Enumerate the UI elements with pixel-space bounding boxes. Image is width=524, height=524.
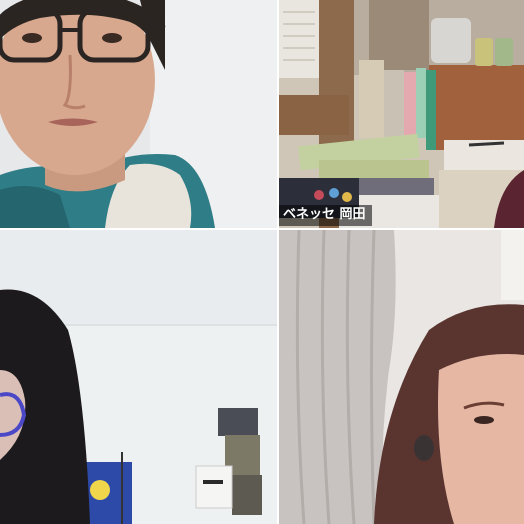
video-feed-4: [279, 230, 524, 524]
video-feed-3: [0, 230, 277, 524]
participant-video-tile-3[interactable]: [0, 230, 277, 524]
video-feed-2: [279, 0, 524, 228]
participant-video-tile-1[interactable]: [0, 0, 277, 228]
video-feed-1: [0, 0, 277, 228]
participant-video-tile-2[interactable]: ベネッセ 岡田: [279, 0, 524, 228]
participant-video-tile-4[interactable]: [279, 230, 524, 524]
participant-name-tag: ベネッセ 岡田: [279, 205, 372, 226]
video-grid: ベネッセ 岡田: [0, 0, 524, 524]
